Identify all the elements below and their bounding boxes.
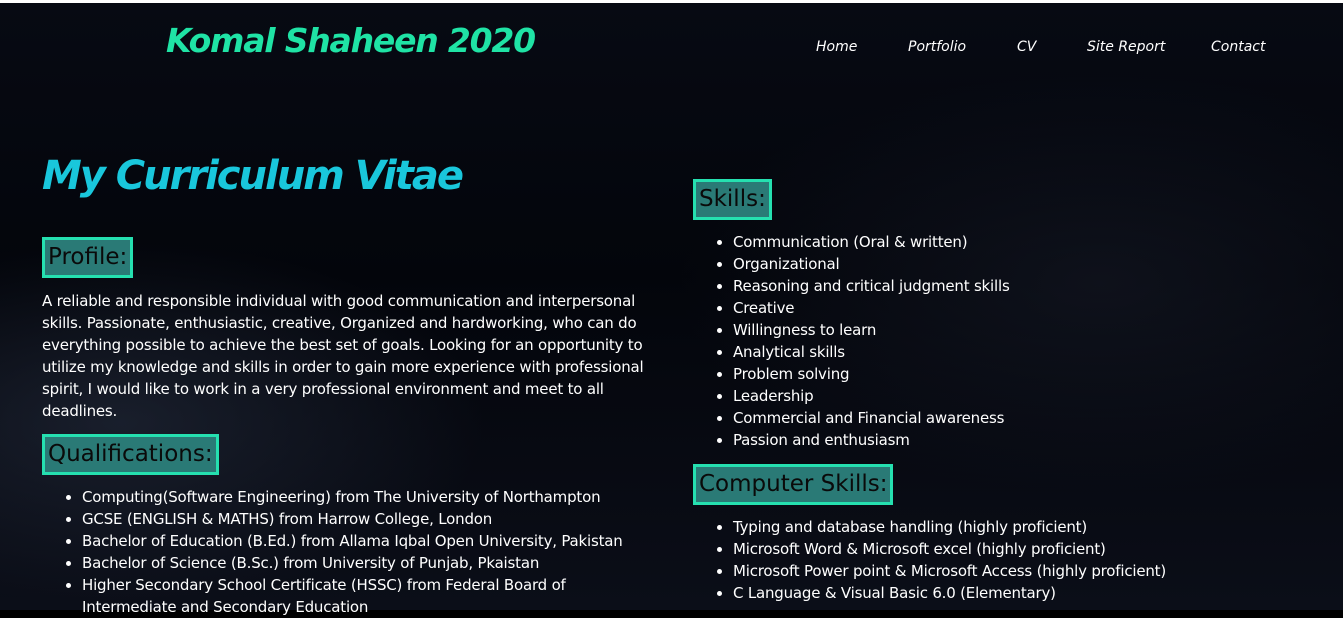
skill-item: Passion and enthusiasm bbox=[733, 429, 1010, 451]
qualification-item: Computing(Software Engineering) from The… bbox=[82, 486, 642, 508]
skill-item: Communication (Oral & written) bbox=[733, 231, 1010, 253]
qualification-item: Bachelor of Education (B.Ed.) from Allam… bbox=[82, 530, 642, 552]
skills-list: Communication (Oral & written) Organizat… bbox=[693, 231, 1010, 451]
page-title: My Curriculum Vitae bbox=[42, 153, 464, 199]
skill-item: Reasoning and critical judgment skills bbox=[733, 275, 1010, 297]
profile-text: A reliable and responsible individual wi… bbox=[42, 292, 644, 420]
qualification-item: GCSE (ENGLISH & MATHS) from Harrow Colle… bbox=[82, 508, 642, 530]
skill-item: Leadership bbox=[733, 385, 1010, 407]
skills-heading: Skills: bbox=[693, 179, 772, 220]
skill-item: Analytical skills bbox=[733, 341, 1010, 363]
skill-item: Organizational bbox=[733, 253, 1010, 275]
skill-item: Problem solving bbox=[733, 363, 1010, 385]
computer-skills-heading: Computer Skills: bbox=[693, 464, 894, 505]
computer-skill-item: Microsoft Word & Microsoft excel (highly… bbox=[733, 538, 1166, 560]
computer-skills-list: Typing and database handling (highly pro… bbox=[693, 516, 1166, 604]
computer-skill-item: C Language & Visual Basic 6.0 (Elementar… bbox=[733, 582, 1166, 604]
nav-contact[interactable]: Contact bbox=[1211, 39, 1265, 55]
nav-portfolio[interactable]: Portfolio bbox=[908, 39, 966, 55]
qualifications-list: Computing(Software Engineering) from The… bbox=[42, 486, 642, 618]
nav-site-report[interactable]: Site Report bbox=[1087, 39, 1165, 55]
qualification-item: Higher Secondary School Certificate (HSS… bbox=[82, 574, 642, 618]
profile-heading: Profile: bbox=[42, 237, 134, 278]
qualifications-heading: Qualifications: bbox=[42, 434, 219, 475]
nav-home[interactable]: Home bbox=[816, 39, 857, 55]
nav-cv[interactable]: CV bbox=[1017, 39, 1036, 55]
skill-item: Commercial and Financial awareness bbox=[733, 407, 1010, 429]
qualification-item: Bachelor of Science (B.Sc.) from Univers… bbox=[82, 552, 642, 574]
computer-skill-item: Typing and database handling (highly pro… bbox=[733, 516, 1166, 538]
computer-skill-item: Microsoft Power point & Microsoft Access… bbox=[733, 560, 1166, 582]
skill-item: Creative bbox=[733, 297, 1010, 319]
page-background: Komal Shaheen 2020 Home Portfolio CV Sit… bbox=[0, 0, 1343, 616]
skill-item: Willingness to learn bbox=[733, 319, 1010, 341]
site-brand[interactable]: Komal Shaheen 2020 bbox=[166, 21, 536, 60]
